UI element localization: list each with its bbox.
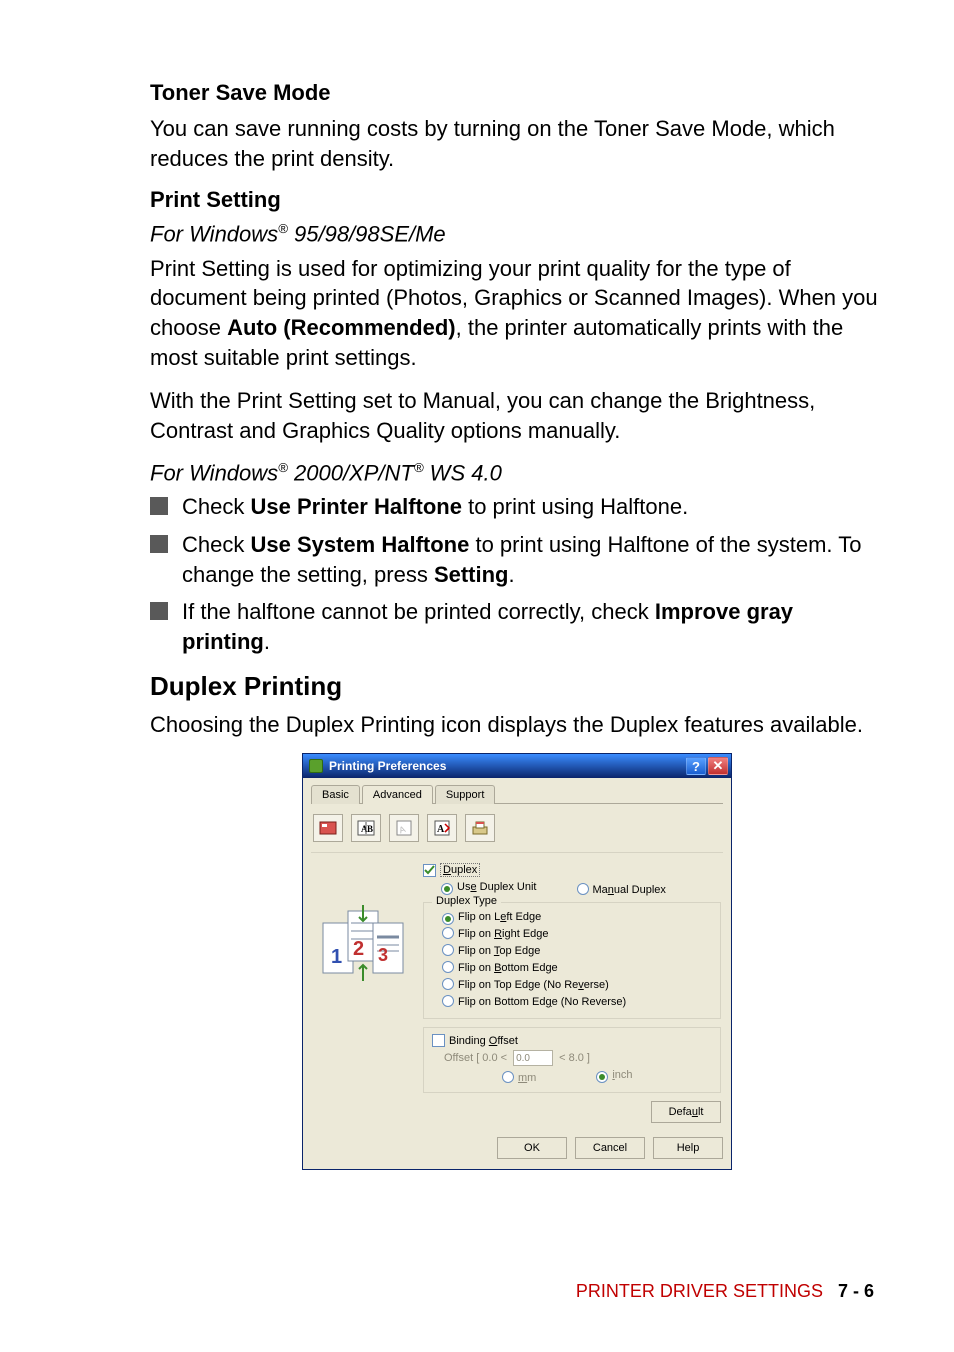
b2c: . xyxy=(509,562,515,587)
text-duplex-printing: Choosing the Duplex Printing icon displa… xyxy=(150,710,884,740)
unit-mm-radio[interactable]: mmmm xyxy=(502,1069,536,1084)
bullet-list: Check Use Printer Halftone to print usin… xyxy=(150,492,884,656)
dialog-title: Printing Preferences xyxy=(329,759,446,773)
tab-advanced[interactable]: Advanced xyxy=(362,785,433,804)
app-icon xyxy=(309,759,323,773)
win2-post: WS 4.0 xyxy=(424,460,502,485)
registered-mark: ® xyxy=(278,221,288,236)
offset-input[interactable] xyxy=(513,1050,553,1066)
b1-bold: Use Printer Halftone xyxy=(250,494,462,519)
b3a: If the halftone cannot be printed correc… xyxy=(182,599,655,624)
binding-offset-checkbox[interactable] xyxy=(432,1034,445,1047)
list-item: Check Use Printer Halftone to print usin… xyxy=(150,492,884,522)
heading-print-setting: Print Setting xyxy=(150,187,884,213)
win1-pre: For Windows xyxy=(150,222,278,247)
duplex-type-group: Duplex Type Flip on Left EdgeFlip on Lef… xyxy=(423,902,721,1019)
square-bullet-icon xyxy=(150,535,168,553)
ps-p1-bold: Auto (Recommended) xyxy=(227,315,456,340)
win2-pre: For Windows xyxy=(150,460,278,485)
b2-bold: Use System Halftone xyxy=(250,532,469,557)
icon-toolbar: AB A A xyxy=(311,810,723,853)
win2-mid: 2000/XP/NT xyxy=(288,460,414,485)
use-duplex-unit-radio[interactable]: Use Duplex UnitUse Duplex Unit xyxy=(441,881,537,896)
page-footer: PRINTER DRIVER SETTINGS 7 - 6 xyxy=(576,1281,874,1302)
toolbar-icon-watermark[interactable]: A xyxy=(389,814,419,842)
tab-support[interactable]: Support xyxy=(435,785,496,804)
b2-bold2: Setting xyxy=(434,562,509,587)
toolbar-icon-scaling[interactable]: AB xyxy=(351,814,381,842)
titlebar-close-button[interactable]: ✕ xyxy=(708,757,728,775)
tab-bar: Basic Advanced Support xyxy=(311,784,723,804)
svg-text:A: A xyxy=(437,824,445,835)
square-bullet-icon xyxy=(150,602,168,620)
titlebar: Printing Preferences ? ✕ xyxy=(303,754,731,778)
registered-mark-3: ® xyxy=(414,460,424,475)
titlebar-help-button[interactable]: ? xyxy=(686,757,706,775)
heading-duplex-printing: Duplex Printing xyxy=(150,671,884,702)
svg-text:3: 3 xyxy=(378,945,388,965)
manual-duplex-radio[interactable]: Manual DuplexManual Duplex xyxy=(577,881,666,896)
b1a: Check xyxy=(182,494,250,519)
footer-page: 7 - 6 xyxy=(838,1281,874,1301)
tab-basic[interactable]: Basic xyxy=(311,785,360,804)
text-toner-save: You can save running costs by turning on… xyxy=(150,114,884,173)
duplex-type-title: Duplex Type xyxy=(432,895,501,907)
flip-bottom-edge-radio[interactable]: Flip on Bottom EdgeFlip on Bottom Edge xyxy=(442,959,712,974)
b2a: Check xyxy=(182,532,250,557)
svg-text:B: B xyxy=(367,824,373,834)
flip-left-edge-radio[interactable]: Flip on Left EdgeFlip on Left Edge xyxy=(442,911,712,923)
svg-text:1: 1 xyxy=(331,946,342,968)
unit-inch-radio[interactable]: inchinch xyxy=(596,1069,632,1084)
svg-text:2: 2 xyxy=(353,938,364,960)
ok-button[interactable]: OK xyxy=(497,1137,567,1159)
li-content: Check Use Printer Halftone to print usin… xyxy=(182,492,688,522)
printing-preferences-dialog: Printing Preferences ? ✕ Basic Advanced … xyxy=(302,753,732,1170)
footer-label: PRINTER DRIVER SETTINGS xyxy=(576,1281,823,1301)
b3b: . xyxy=(264,629,270,654)
help-button[interactable]: Help xyxy=(653,1137,723,1159)
offset-range-post: < 8.0 ] xyxy=(559,1052,590,1064)
offset-range-pre: Offset [ 0.0 < xyxy=(444,1052,507,1064)
duplex-label: DDuplexuplex xyxy=(440,863,480,877)
cancel-button[interactable]: Cancel xyxy=(575,1137,645,1159)
toolbar-icon-1[interactable] xyxy=(313,814,343,842)
text-windows-nt: For Windows® 2000/XP/NT® WS 4.0 xyxy=(150,460,884,486)
binding-offset-group: Binding OffsetBinding Offset Offset [ 0.… xyxy=(423,1027,721,1093)
list-item: If the halftone cannot be printed correc… xyxy=(150,597,884,656)
text-print-setting-p2: With the Print Setting set to Manual, yo… xyxy=(150,386,884,445)
heading-toner-save: Toner Save Mode xyxy=(150,80,884,106)
text-print-setting-p1: Print Setting is used for optimizing you… xyxy=(150,254,884,373)
toolbar-icon-page-setting[interactable]: A xyxy=(427,814,457,842)
win1-post: 95/98/98SE/Me xyxy=(288,222,446,247)
default-button[interactable]: DefaultDefault xyxy=(651,1101,721,1123)
binding-offset-label: Binding OffsetBinding Offset xyxy=(449,1035,518,1047)
flip-top-noreverse-radio[interactable]: Flip on Top Edge (No Reverse)Flip on Top… xyxy=(442,976,712,991)
square-bullet-icon xyxy=(150,497,168,515)
list-item: Check Use System Halftone to print using… xyxy=(150,530,884,589)
toolbar-icon-device-options[interactable] xyxy=(465,814,495,842)
duplex-preview: 1 2 3 xyxy=(313,863,413,1123)
flip-top-edge-radio[interactable]: Flip on Top EdgeFlip on Top Edge xyxy=(442,942,712,957)
li-content: Check Use System Halftone to print using… xyxy=(182,530,884,589)
li-content: If the halftone cannot be printed correc… xyxy=(182,597,884,656)
flip-right-edge-radio[interactable]: Flip on Right EdgeFlip on Right Edge xyxy=(442,925,712,940)
b1b: to print using Halftone. xyxy=(462,494,688,519)
text-windows-9x: For Windows® 95/98/98SE/Me xyxy=(150,221,884,247)
registered-mark-2: ® xyxy=(278,460,288,475)
flip-bottom-noreverse-radio[interactable]: Flip on Bottom Edge (No Reverse)Flip on … xyxy=(442,993,712,1008)
duplex-checkbox[interactable] xyxy=(423,864,436,877)
